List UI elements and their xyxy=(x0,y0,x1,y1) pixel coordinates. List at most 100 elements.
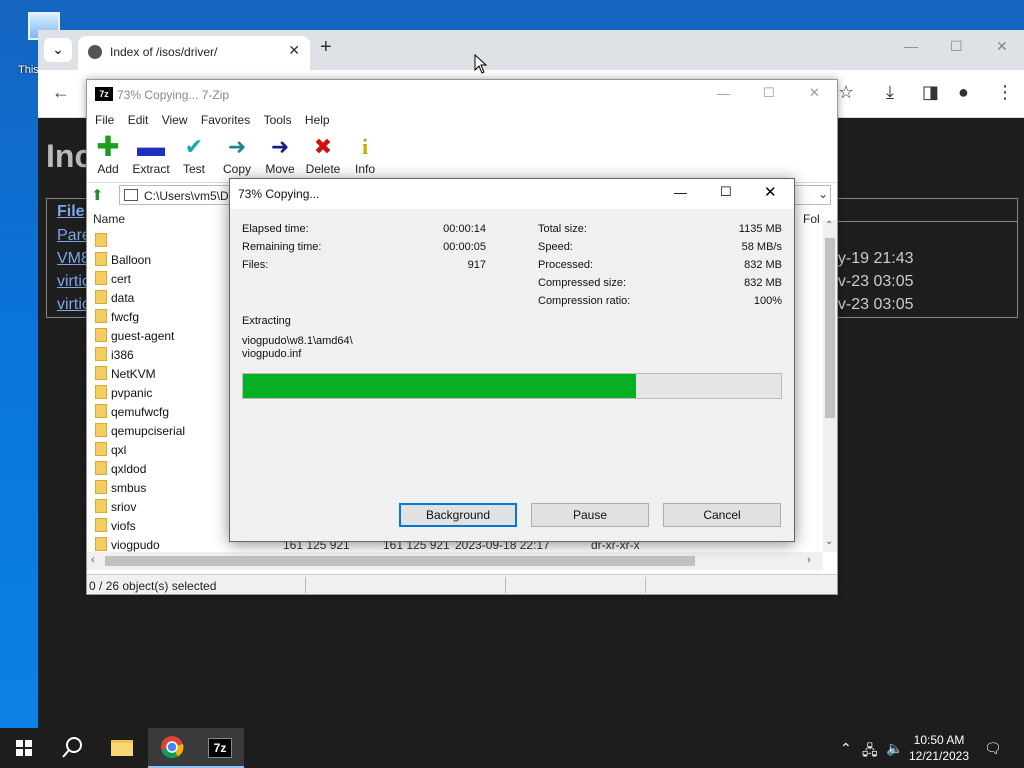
desktop: { "desktop": { "icon_label": "This" }, "… xyxy=(0,0,1024,768)
chrome-icon xyxy=(161,736,184,759)
delete-button[interactable]: ✖ Delete xyxy=(299,134,347,176)
menu-view[interactable]: View xyxy=(162,110,188,130)
start-button[interactable] xyxy=(0,728,48,768)
maximize-icon[interactable]: ☐ xyxy=(950,38,963,55)
folder-icon xyxy=(95,480,107,494)
download-icon[interactable]: ⤓ xyxy=(886,82,894,103)
show-hidden-icons-icon[interactable]: ⌃ xyxy=(840,740,852,757)
dialog-title-bar: 73% Copying... — ☐ ✕ xyxy=(230,179,794,209)
volume-icon[interactable]: 🔈 xyxy=(886,740,903,757)
menu-favorites[interactable]: Favorites xyxy=(201,110,250,130)
elapsed-time-value: 00:00:14 xyxy=(443,223,486,235)
7zip-window-title: 73% Copying... 7-Zip xyxy=(117,88,230,102)
copy-progress-dialog: 73% Copying... — ☐ ✕ Elapsed time: 00:00… xyxy=(229,178,795,542)
vertical-scrollbar[interactable]: ⌃ ⌄ xyxy=(823,220,837,552)
link-vm8[interactable]: VM8 xyxy=(57,250,90,268)
cancel-button[interactable]: Cancel xyxy=(663,503,781,527)
folder-icon xyxy=(95,328,107,342)
menu-file[interactable]: File xyxy=(95,110,114,130)
back-arrow-icon[interactable]: ← xyxy=(52,82,70,103)
folder-icon xyxy=(95,309,107,323)
folder-icon xyxy=(95,366,107,380)
browser-tab[interactable]: Index of /isos/driver/ ✕ xyxy=(78,36,310,70)
taskbar: 7z ⌃ 🖧 🔈 10:50 AM 12/21/2023 🗨 xyxy=(0,728,1024,768)
tab-close-icon[interactable]: ✕ xyxy=(288,42,300,59)
scroll-right-icon[interactable]: › xyxy=(807,554,811,566)
chevron-down-icon[interactable]: ⌄ xyxy=(818,187,828,201)
total-size-value: 1135 MB xyxy=(738,223,782,235)
globe-icon xyxy=(88,45,102,59)
processed-value: 832 MB xyxy=(744,259,782,271)
info-label: Info xyxy=(354,162,375,176)
copy-button[interactable]: ➜ Copy xyxy=(213,134,261,176)
move-label: Move xyxy=(265,162,295,176)
scroll-thumb[interactable] xyxy=(105,556,695,566)
clock[interactable]: 10:50 AM 12/21/2023 xyxy=(906,732,972,764)
tab-title: Index of /isos/driver/ xyxy=(110,45,218,59)
close-icon[interactable]: ✕ xyxy=(996,38,1008,55)
side-panel-icon[interactable]: ◨ xyxy=(922,82,939,103)
search-button[interactable] xyxy=(48,728,96,768)
profile-avatar-icon[interactable]: ● xyxy=(958,82,969,103)
new-tab-button[interactable]: + xyxy=(320,36,332,59)
dialog-title: 73% Copying... xyxy=(238,187,320,201)
pause-button[interactable]: Pause xyxy=(531,503,649,527)
test-button[interactable]: ✔ Test xyxy=(170,134,218,176)
maximize-icon[interactable]: ☐ xyxy=(763,85,775,101)
menu-help[interactable]: Help xyxy=(305,110,330,130)
add-button[interactable]: ✚ Add xyxy=(84,133,132,177)
folder-icon xyxy=(95,404,107,418)
column-name[interactable]: Name xyxy=(93,212,125,226)
menu-edit[interactable]: Edit xyxy=(128,110,149,130)
files-value: 917 xyxy=(467,259,486,271)
minimize-icon[interactable]: — xyxy=(904,38,918,54)
link-virtio-2[interactable]: virtic xyxy=(57,296,90,314)
add-label: Add xyxy=(97,162,119,176)
minimize-icon[interactable]: — xyxy=(717,86,730,101)
bookmark-star-icon[interactable]: ☆ xyxy=(838,82,854,103)
network-icon[interactable]: 🖧 xyxy=(862,740,878,764)
info-button[interactable]: i Info xyxy=(341,134,389,176)
minimize-icon[interactable]: — xyxy=(674,185,687,200)
folder-icon xyxy=(95,537,107,551)
maximize-icon[interactable]: ☐ xyxy=(720,184,732,200)
7zip-app-icon: 7z xyxy=(95,87,113,101)
tab-search-button[interactable]: ⌄ xyxy=(44,38,72,62)
7zip-title-bar: 7z 73% Copying... 7-Zip — ☐ ✕ xyxy=(87,80,837,110)
notifications-icon[interactable]: 🗨 xyxy=(984,740,1002,757)
move-button[interactable]: ➜ Move xyxy=(256,134,304,176)
chrome-taskbar-button[interactable] xyxy=(148,728,196,768)
background-button[interactable]: Background xyxy=(399,503,517,527)
folder-icon xyxy=(95,252,107,266)
date-cell: ov-23 03:05 xyxy=(829,273,914,290)
file-explorer-button[interactable] xyxy=(98,728,146,768)
link-virtio-1[interactable]: virtic xyxy=(57,273,90,291)
horizontal-scrollbar[interactable]: ‹ › xyxy=(87,552,823,570)
menu-tools[interactable]: Tools xyxy=(264,110,292,130)
scroll-down-icon[interactable]: ⌄ xyxy=(825,536,833,547)
scroll-up-icon[interactable]: ⌃ xyxy=(825,220,833,231)
minus-icon: ▬ xyxy=(137,131,165,162)
folder-icon xyxy=(95,442,107,456)
progress-bar-fill xyxy=(243,374,636,398)
column-header-file[interactable]: File xyxy=(57,203,85,221)
7zip-taskbar-button[interactable]: 7z xyxy=(196,728,244,768)
scroll-thumb[interactable] xyxy=(825,238,835,418)
info-icon: i xyxy=(361,134,369,159)
folder-icon xyxy=(95,518,107,532)
folder-icon xyxy=(95,461,107,475)
selection-status: 0 / 26 object(s) selected xyxy=(89,579,217,593)
column-folders[interactable]: Fol xyxy=(803,212,820,226)
arrow-right-icon: ➜ xyxy=(270,134,290,159)
scroll-left-icon[interactable]: ‹ xyxy=(91,554,95,566)
extract-button[interactable]: ▬ Extract xyxy=(127,131,175,177)
close-icon[interactable]: ✕ xyxy=(809,85,820,101)
folder-icon xyxy=(95,347,107,361)
test-label: Test xyxy=(182,162,205,176)
search-icon xyxy=(62,737,82,758)
operation-label: Extracting xyxy=(242,315,291,327)
up-folder-icon[interactable]: ⬆ xyxy=(91,186,104,204)
close-icon[interactable]: ✕ xyxy=(764,183,777,201)
status-divider xyxy=(305,577,306,593)
more-menu-icon[interactable]: ⋮ xyxy=(996,82,1014,103)
